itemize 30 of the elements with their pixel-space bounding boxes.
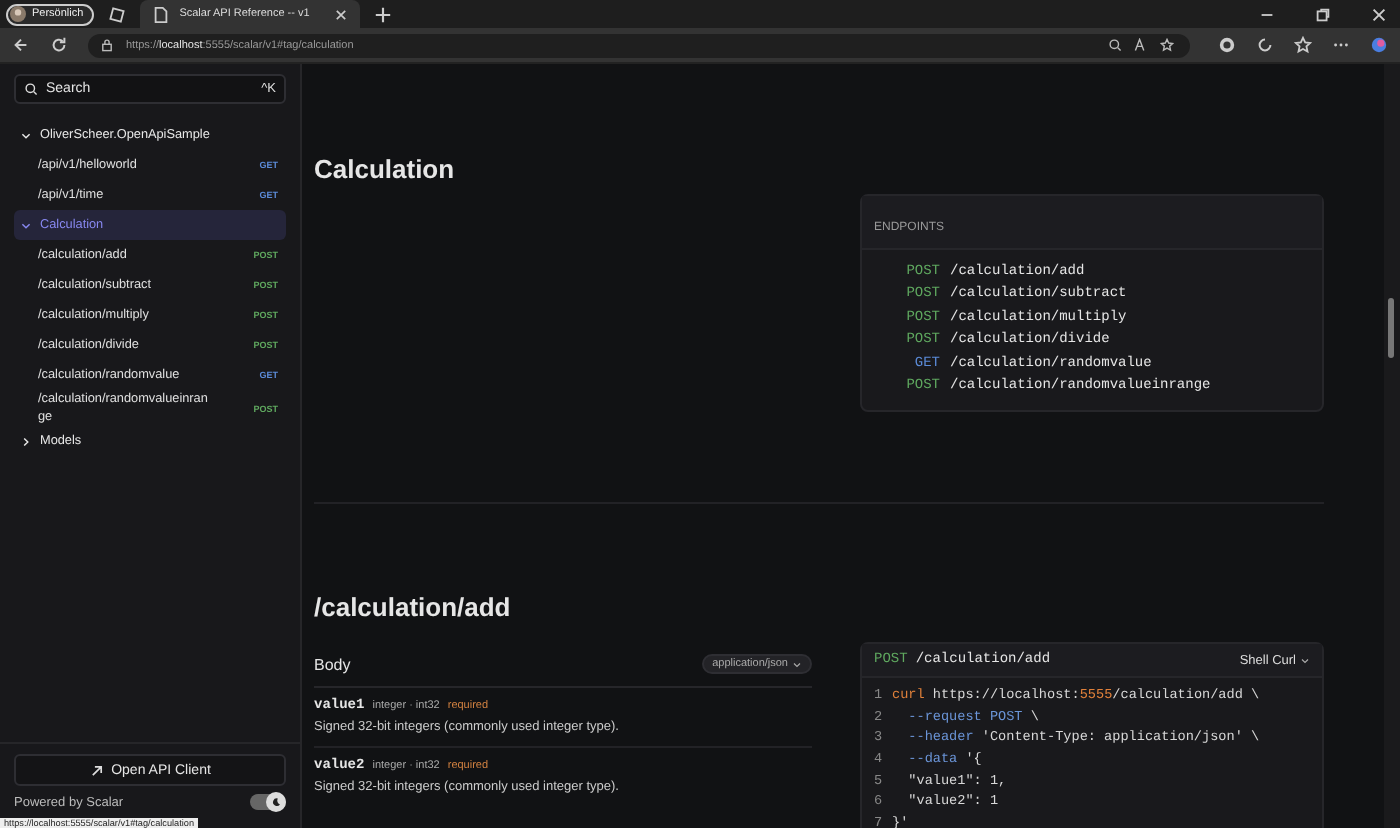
zoom-icon[interactable] bbox=[1108, 38, 1122, 52]
workspaces-icon[interactable] bbox=[107, 5, 126, 23]
chevron-icon bbox=[20, 435, 32, 447]
dark-mode-toggle[interactable] bbox=[250, 794, 286, 810]
close-icon[interactable] bbox=[333, 7, 348, 21]
avatar-icon bbox=[10, 6, 26, 22]
chevron-icon bbox=[20, 219, 32, 231]
back-icon[interactable] bbox=[12, 36, 30, 54]
read-aloud-icon[interactable] bbox=[1134, 38, 1148, 52]
restore-icon[interactable] bbox=[1314, 5, 1332, 23]
copilot-icon[interactable] bbox=[1370, 36, 1388, 54]
search-icon bbox=[24, 82, 38, 96]
chevron-icon bbox=[20, 129, 32, 141]
extension-icon[interactable] bbox=[1218, 36, 1236, 54]
moon-icon bbox=[270, 796, 282, 808]
refresh-icon[interactable] bbox=[1256, 36, 1274, 54]
reload-icon[interactable] bbox=[50, 36, 68, 54]
page-icon bbox=[151, 5, 170, 23]
lock-icon bbox=[100, 38, 114, 52]
favorites-icon[interactable] bbox=[1294, 36, 1312, 54]
arrow-icon bbox=[89, 763, 104, 777]
chevron-icon bbox=[792, 659, 802, 669]
operation-title: /calculation/add bbox=[314, 592, 513, 622]
new-tab-icon[interactable] bbox=[373, 5, 392, 23]
close-window-icon[interactable] bbox=[1370, 5, 1388, 23]
chevron-icon bbox=[1300, 655, 1310, 665]
section-title: Calculation bbox=[314, 154, 457, 188]
body-heading: Body bbox=[314, 655, 351, 673]
star-icon[interactable] bbox=[1160, 38, 1174, 52]
scrollbar-thumb[interactable] bbox=[1388, 298, 1394, 358]
